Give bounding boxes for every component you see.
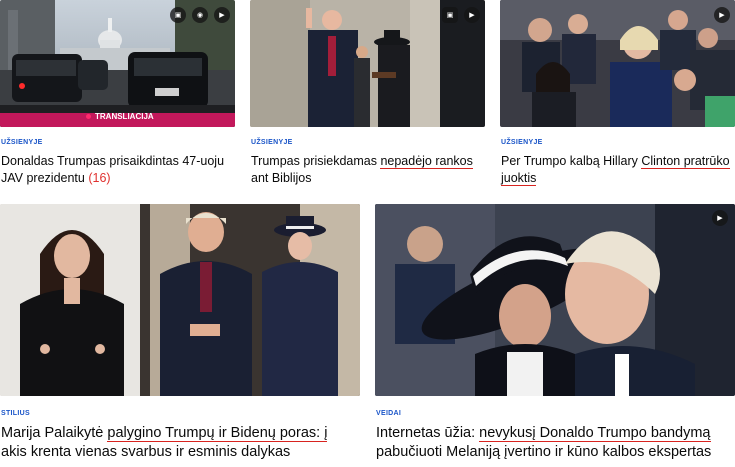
article-title[interactable]: Internetas ūžia: nevykusį Donaldo Trumpo… [376,424,732,462]
live-label: TRANSLIACIJA [95,112,154,121]
article-card-bible[interactable]: ▣ ▶ UŽSIENYJE Trumpas prisiekdamas nepad… [250,0,485,200]
play-icon[interactable]: ▶ [464,7,480,23]
article-title-highlight[interactable]: nepadėjo rankos [380,154,473,169]
article-image-kiss[interactable]: ▶ [375,204,735,396]
article-title-part[interactable]: Trumpas prisiekdamas [251,154,380,168]
play-icon[interactable]: ▶ [214,7,230,23]
article-category[interactable]: UŽSIENYJE [501,139,543,146]
article-title-highlight[interactable]: Clinton pratrūko [641,154,730,169]
article-category[interactable]: UŽSIENYJE [251,139,293,146]
gallery-icon[interactable]: ▣ [442,7,458,23]
article-image-audience[interactable]: ▶ [500,0,735,127]
article-card-couples[interactable]: STILIUS Marija Palaikytė palygino Trumpų… [0,204,360,467]
article-title-highlight[interactable]: palygino Trumpų ir Bidenų poras: į [107,425,328,442]
article-title-part[interactable]: pabučiuoti Melaniją įvertino ir kūno kal… [376,444,711,460]
broadcast-icon[interactable]: ◉ [192,7,208,23]
article-image-oath[interactable]: ▣ ▶ [250,0,485,127]
gallery-icon[interactable]: ▣ [170,7,186,23]
article-title-part[interactable]: akis krenta vienas svarbus ir esminis da… [1,444,290,460]
article-title[interactable]: Donaldas Trumpas prisaikdintas 47-uoju J… [1,153,233,187]
live-dot-icon [86,114,91,119]
article-title-highlight[interactable]: juoktis [501,171,537,186]
article-image-motorcade[interactable]: TRANSLIACIJA ▣ ◉ ▶ [0,0,235,127]
article-card-kiss[interactable]: ▶ VEIDAI Internetas ūžia: nevykusį Donal… [375,204,735,467]
article-title-part[interactable]: Internetas ūžia: [376,425,479,441]
article-category[interactable]: STILIUS [1,410,30,417]
article-title-part[interactable]: ant Biblijos [251,171,311,185]
play-icon[interactable]: ▶ [712,210,728,226]
article-title[interactable]: Trumpas prisiekdamas nepadėjo rankos ant… [251,153,483,187]
article-category[interactable]: UŽSIENYJE [1,139,43,146]
live-indicator: TRANSLIACIJA [86,112,154,121]
article-title-part[interactable]: Per Trumpo kalbą Hillary [501,154,641,168]
article-title-text[interactable]: Donaldas Trumpas prisaikdintas 47-uoju J… [1,154,224,185]
article-title-part[interactable]: Marija Palaikytė [1,425,107,441]
article-title-highlight[interactable]: nevykusį Donaldo Trumpo bandymą [479,425,711,442]
comment-count[interactable]: (16) [88,171,110,185]
article-title[interactable]: Marija Palaikytė palygino Trumpų ir Bide… [1,424,357,462]
article-title[interactable]: Per Trumpo kalbą Hillary Clinton pratrūk… [501,153,733,187]
article-category[interactable]: VEIDAI [376,410,401,417]
article-card-inauguration[interactable]: TRANSLIACIJA ▣ ◉ ▶ UŽSIENYJE Donaldas Tr… [0,0,235,200]
play-icon[interactable]: ▶ [714,7,730,23]
article-image-couples[interactable] [0,204,360,396]
article-card-clinton[interactable]: ▶ UŽSIENYJE Per Trumpo kalbą Hillary Cli… [500,0,735,200]
